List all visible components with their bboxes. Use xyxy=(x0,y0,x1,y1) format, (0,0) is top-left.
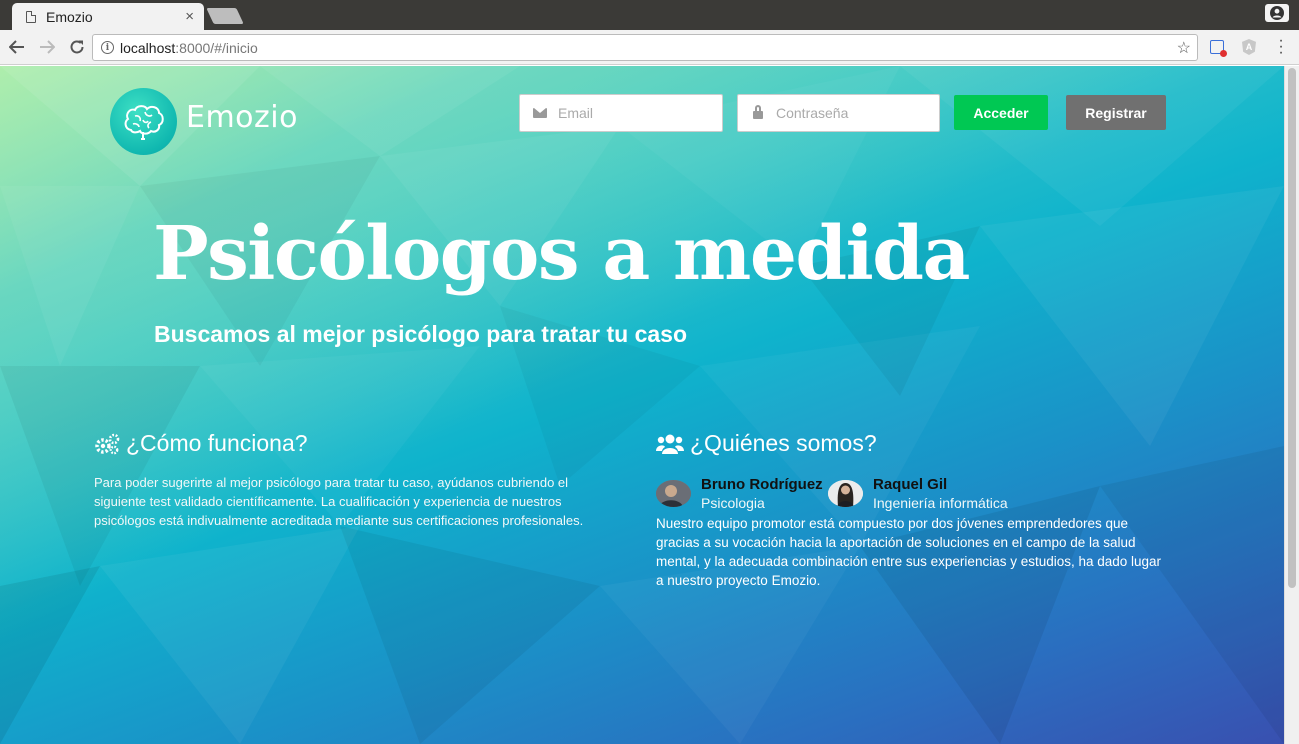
user-icon xyxy=(1270,6,1284,20)
url-text: localhost:8000/#/inicio xyxy=(120,40,258,56)
member-name: Bruno Rodríguez xyxy=(701,476,823,493)
hero-title: Psicólogos a medida xyxy=(153,211,970,297)
url-path: :8000/#/inicio xyxy=(175,39,258,56)
about-us-heading: ¿Quiénes somos? xyxy=(656,430,877,457)
browser-tab-strip: Emozio × xyxy=(0,0,1299,30)
brain-icon xyxy=(124,104,164,140)
address-bar[interactable]: i localhost:8000/#/inicio ☆ xyxy=(92,34,1198,61)
tab-title: Emozio xyxy=(46,8,93,25)
member-name: Raquel Gil xyxy=(873,476,948,493)
bookmark-star-icon[interactable]: ☆ xyxy=(1177,38,1191,58)
low-poly-background xyxy=(0,66,1284,744)
how-it-works-title: ¿Cómo funciona? xyxy=(126,430,308,456)
forward-button[interactable] xyxy=(34,34,60,60)
browser-tab[interactable]: Emozio × xyxy=(12,3,204,30)
profile-button[interactable] xyxy=(1265,4,1289,22)
how-it-works-heading: ¿Cómo funciona? xyxy=(94,430,308,457)
extension-icon[interactable] xyxy=(1210,40,1227,57)
browser-toolbar: i localhost:8000/#/inicio ☆ xyxy=(0,30,1299,65)
scrollbar-thumb[interactable] xyxy=(1288,68,1296,588)
reload-icon xyxy=(70,40,84,54)
envelope-icon xyxy=(532,108,548,118)
arrow-left-icon xyxy=(9,40,24,54)
avatar xyxy=(828,480,863,507)
new-tab-button[interactable] xyxy=(206,8,244,24)
login-button[interactable]: Acceder xyxy=(954,95,1048,130)
member-role: Ingeniería informática xyxy=(873,495,1008,511)
how-it-works-text: Para poder sugerirte al mejor psicólogo … xyxy=(94,475,584,528)
gears-icon xyxy=(94,433,120,455)
avatar xyxy=(656,480,691,507)
tab-close-icon[interactable]: × xyxy=(185,8,194,25)
page-scrollbar[interactable] xyxy=(1284,66,1299,744)
brain-logo[interactable] xyxy=(110,88,177,155)
email-field-wrapper[interactable] xyxy=(519,94,723,132)
about-us-title: ¿Quiénes somos? xyxy=(690,430,877,456)
url-host: localhost xyxy=(120,39,176,56)
page-icon xyxy=(26,10,36,23)
email-field[interactable] xyxy=(558,105,708,121)
member-role: Psicologia xyxy=(701,495,765,511)
password-field[interactable] xyxy=(776,105,926,121)
register-button[interactable]: Registrar xyxy=(1066,95,1166,130)
info-icon[interactable]: i xyxy=(101,41,114,54)
users-icon xyxy=(656,433,684,455)
about-us-text: Nuestro equipo promotor está compuesto p… xyxy=(656,516,1162,588)
lock-icon xyxy=(750,105,766,119)
page-viewport: Emozio Acceder Registrar Psicólogos a me… xyxy=(0,66,1284,744)
back-button[interactable] xyxy=(4,34,30,60)
hero-subtitle: Buscamos al mejor psicólogo para tratar … xyxy=(154,321,687,347)
reload-button[interactable] xyxy=(64,34,90,60)
team-member: Bruno Rodríguez Psicologia xyxy=(656,476,823,512)
browser-menu-icon[interactable]: · · · xyxy=(1277,33,1285,61)
brand-name: Emozio xyxy=(186,100,298,135)
arrow-right-icon xyxy=(40,40,55,54)
password-field-wrapper[interactable] xyxy=(737,94,940,132)
team-member: Raquel Gil Ingeniería informática xyxy=(828,476,1008,512)
